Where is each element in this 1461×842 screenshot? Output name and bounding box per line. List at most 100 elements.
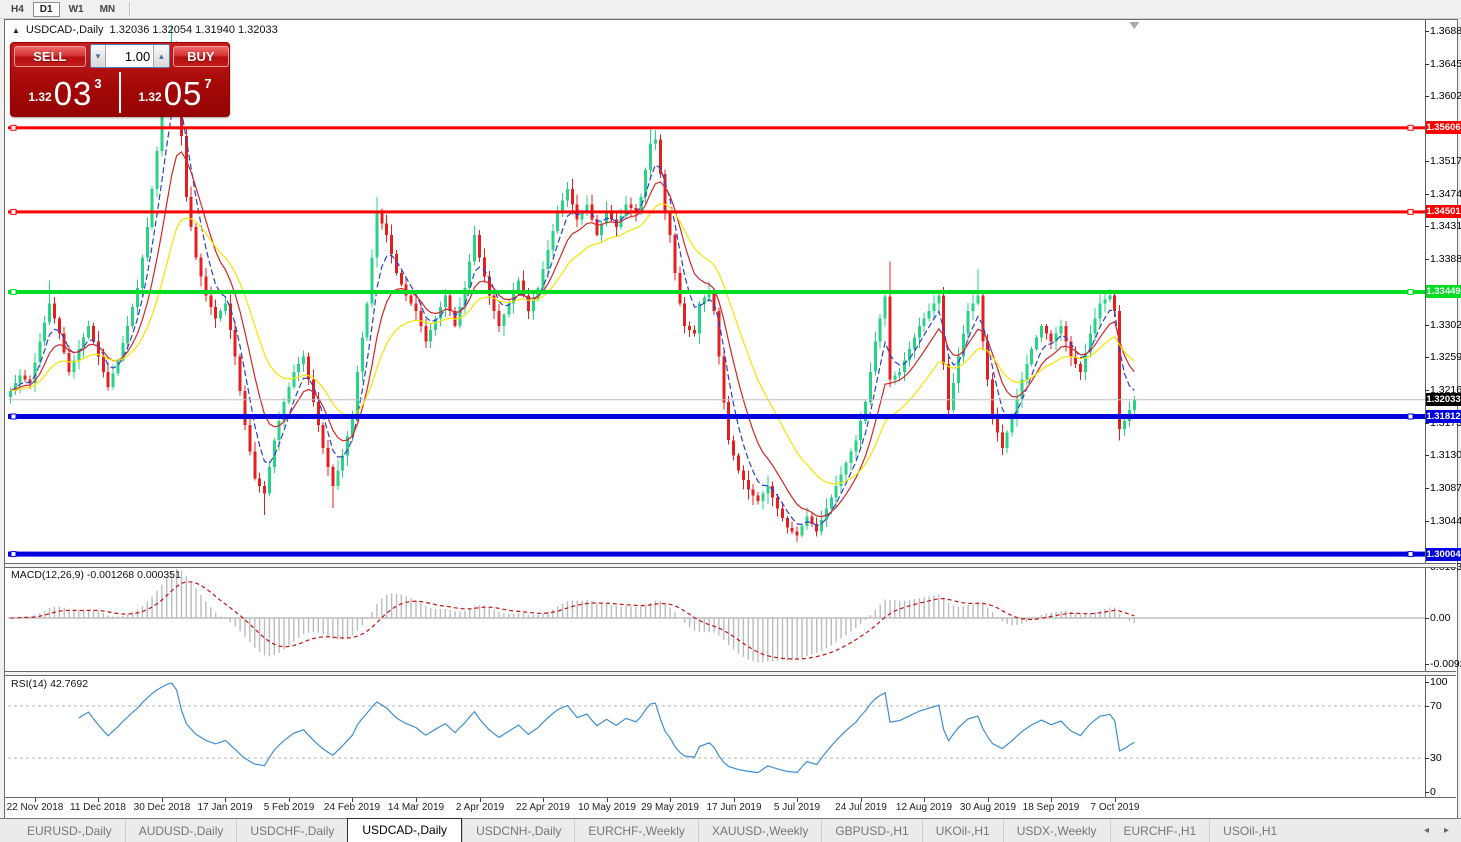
rsi-axis-tick <box>1425 792 1429 793</box>
chart-symbol-label: USDCAD-,Daily <box>25 24 104 36</box>
chart-tab-eurusd-daily[interactable]: EURUSD-,Daily <box>14 820 125 842</box>
chart-tab-usdcnh-daily[interactable]: USDCNH-,Daily <box>462 820 574 842</box>
volume-decrease-button[interactable]: ▾ <box>90 45 107 67</box>
date-axis-label: 11 Dec 2018 <box>70 802 126 813</box>
price-axis-label: 1.35170 <box>1430 155 1461 167</box>
price-axis-tick <box>1425 161 1429 162</box>
hline-price-badge: 1.30004 <box>1426 548 1461 561</box>
price-axis-label: 1.36880 <box>1430 25 1461 37</box>
date-axis-label: 22 Apr 2019 <box>516 802 570 813</box>
chart-tab-audusd-daily[interactable]: AUDUSD-,Daily <box>124 820 237 842</box>
date-axis-label: 12 Aug 2019 <box>895 802 953 813</box>
chart-tab-ukoil-h1[interactable]: UKOil-,H1 <box>921 820 1003 842</box>
date-axis-label: 24 Feb 2019 <box>323 802 381 813</box>
date-axis-label: 2 Apr 2019 <box>455 802 505 813</box>
tabs-scroll-left-icon[interactable]: ◂ <box>1424 825 1429 836</box>
buy-price-prefix: 1.32 <box>138 90 162 104</box>
chart-info-line: ▲ USDCAD-,Daily 1.32036 1.32054 1.31940 … <box>12 24 278 36</box>
price-axis-tick <box>1425 488 1429 489</box>
timeframe-buttons: H4 D1 W1 MN <box>0 0 123 18</box>
price-axis-tick <box>1425 259 1429 260</box>
buy-button[interactable]: BUY <box>172 46 229 67</box>
macd-axis-label: 0.00 <box>1430 612 1451 624</box>
price-axis-label: 1.33020 <box>1430 319 1461 331</box>
macd-pane-canvas[interactable] <box>5 566 1425 671</box>
one-click-trading-panel: SELL ▾ ▴ BUY 1.32033 1.32057 <box>10 42 230 117</box>
price-axis-tick <box>1425 521 1429 522</box>
price-axis-border <box>1425 20 1426 797</box>
date-axis-label: 22 Nov 2018 <box>6 802 64 813</box>
chart-tab-gbpusd-h1[interactable]: GBPUSD-,H1 <box>821 820 921 842</box>
chart-tab-usdx-weekly[interactable]: USDX-,Weekly <box>1002 820 1110 842</box>
timeframe-button-h4[interactable]: H4 <box>4 2 31 17</box>
volume-increase-button[interactable]: ▴ <box>153 45 169 67</box>
pane-splitter[interactable] <box>5 671 1456 676</box>
price-axis-label: 1.36020 <box>1430 90 1461 102</box>
macd-indicator-label: MACD(12,26,9) -0.001268 0.000351 <box>11 569 181 581</box>
date-axis-label: 17 Jan 2019 <box>197 802 253 813</box>
buy-price-big-digits: 05 <box>163 74 203 112</box>
date-axis-label: 5 Feb 2019 <box>263 802 315 813</box>
date-axis-label: 10 May 2019 <box>578 802 636 813</box>
chart-tab-eurchf-h1[interactable]: EURCHF-,H1 <box>1109 820 1210 842</box>
current-price-badge: 1.32033 <box>1426 393 1461 406</box>
pane-border <box>5 797 1456 798</box>
price-axis-label: 1.34310 <box>1430 220 1461 232</box>
hline-price-badge: 1.34501 <box>1426 205 1461 218</box>
price-axis-label: 1.30870 <box>1430 482 1461 494</box>
tabs-scroll-right-icon[interactable]: ▸ <box>1444 825 1449 836</box>
rsi-axis-label: 30 <box>1430 752 1442 764</box>
price-axis-label: 1.32590 <box>1430 351 1461 363</box>
buy-price-display[interactable]: 1.32 05 7 <box>121 69 229 115</box>
price-axis-tick <box>1425 325 1429 326</box>
sell-price-display[interactable]: 1.32 03 3 <box>11 69 119 115</box>
macd-axis-tick <box>1425 618 1429 619</box>
price-axis-tick <box>1425 423 1429 424</box>
price-axis-tick <box>1425 194 1429 195</box>
price-axis-label: 1.33880 <box>1430 253 1461 265</box>
sell-price-prefix: 1.32 <box>28 90 52 104</box>
price-axis-label: 1.31300 <box>1430 449 1461 461</box>
date-axis-label: 17 Jun 2019 <box>706 802 762 813</box>
price-axis-label: 1.34740 <box>1430 188 1461 200</box>
timeframe-button-mn[interactable]: MN <box>93 2 123 17</box>
chart-tab-usdcad-daily[interactable]: USDCAD-,Daily <box>347 818 463 842</box>
chart-tab-usdchf-daily[interactable]: USDCHF-,Daily <box>236 820 347 842</box>
chart-tab-eurchf-weekly[interactable]: EURCHF-,Weekly <box>574 820 697 842</box>
price-axis-tick <box>1425 31 1429 32</box>
hline-price-badge: 1.33449 <box>1426 285 1461 298</box>
buy-price-pip-digit: 7 <box>204 76 212 91</box>
price-axis-label: 1.30440 <box>1430 515 1461 527</box>
timeframe-toolbar: H4 D1 W1 MN <box>0 0 1461 19</box>
chart-ohlc-values: 1.32036 1.32054 1.31940 1.32033 <box>109 24 278 36</box>
rsi-axis-label: 100 <box>1430 676 1448 688</box>
chart-tab-xauusd-weekly[interactable]: XAUUSD-,Weekly <box>697 820 821 842</box>
date-axis-label: 29 May 2019 <box>641 802 699 813</box>
rsi-pane-canvas[interactable] <box>5 675 1425 797</box>
rsi-axis-tick <box>1425 682 1429 683</box>
price-axis-tick <box>1425 226 1429 227</box>
macd-axis-tick <box>1425 664 1429 665</box>
rsi-indicator-label: RSI(14) 42.7692 <box>11 678 89 690</box>
date-axis-label: 18 Sep 2019 <box>1022 802 1080 813</box>
price-axis-tick <box>1425 390 1429 391</box>
date-axis-label: 30 Aug 2019 <box>959 802 1017 813</box>
hline-price-badge: 1.31812 <box>1426 410 1461 423</box>
sell-button[interactable]: SELL <box>14 46 86 67</box>
pane-splitter[interactable] <box>5 563 1456 568</box>
timeframe-button-d1[interactable]: D1 <box>32 1 60 17</box>
price-axis-tick <box>1425 64 1429 65</box>
collapse-panel-icon[interactable]: ▲ <box>12 26 20 35</box>
chart-tab-bar: EURUSD-,Daily AUDUSD-,Daily USDCHF-,Daily U… <box>0 818 1461 842</box>
rsi-axis-tick <box>1425 706 1429 707</box>
date-axis: 22 Nov 2018 11 Dec 2018 30 Dec 2018 17 Jan … <box>5 798 1456 816</box>
sell-price-big-digits: 03 <box>53 74 93 112</box>
hline-price-badge: 1.35606 <box>1426 121 1461 134</box>
chart-tab-usoil-h1[interactable]: USOil-,H1 <box>1209 820 1290 842</box>
price-axis-tick <box>1425 357 1429 358</box>
volume-input[interactable] <box>106 45 154 67</box>
price-axis-label: 1.36450 <box>1430 58 1461 70</box>
rsi-axis-tick <box>1425 758 1429 759</box>
toolbar-separator <box>129 2 131 16</box>
timeframe-button-w1[interactable]: W1 <box>62 2 91 17</box>
